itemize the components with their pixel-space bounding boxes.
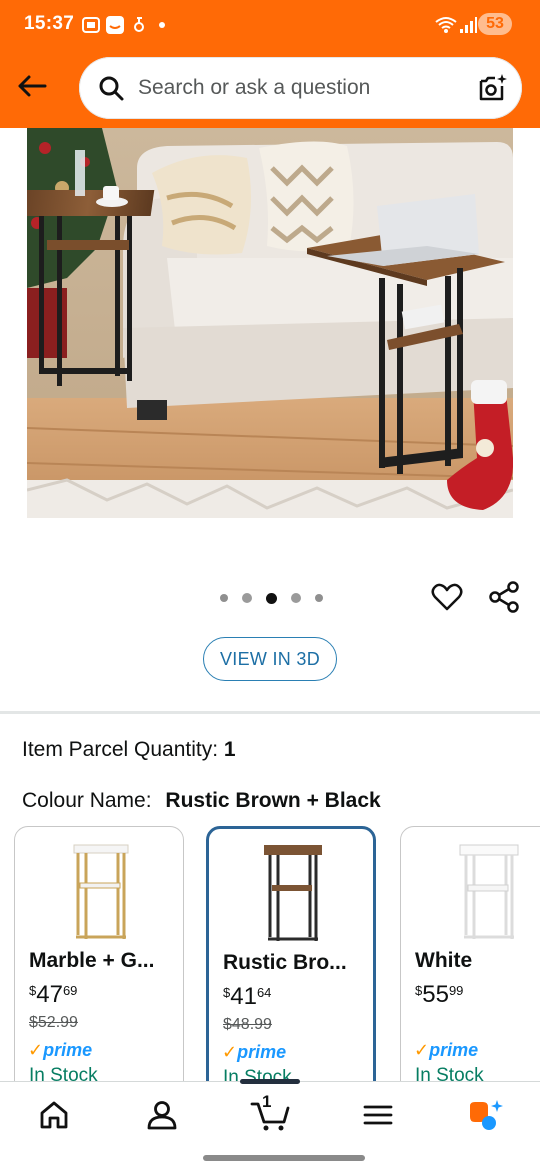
colour-name-label: Colour Name: (22, 789, 152, 812)
carousel-dot-active[interactable] (266, 592, 277, 604)
marble-gold-table-thumbnail (73, 844, 129, 939)
variant-name: White (415, 949, 473, 972)
prime-label: prime (43, 1040, 93, 1060)
wifi-icon (435, 17, 457, 33)
living-room-c-table-photo (27, 128, 513, 518)
variant-price: $4164 (223, 983, 271, 1011)
variant-list-price: $48.99 (223, 1016, 272, 1033)
view-in-3d-button[interactable]: VIEW IN 3D (203, 637, 337, 681)
price-whole: 47 (36, 981, 63, 1008)
carousel-dot[interactable] (242, 593, 252, 603)
carousel-dot[interactable] (291, 593, 301, 603)
currency-symbol: $ (415, 983, 423, 998)
screenshot-icon (82, 17, 100, 33)
prime-badge: ✓prime (414, 1040, 478, 1061)
status-time: 15:37 (24, 13, 75, 34)
heart-wishlist-icon[interactable] (430, 580, 464, 614)
menu-icon[interactable] (361, 1098, 395, 1132)
price-whole: 55 (422, 981, 449, 1008)
prime-badge: ✓prime (222, 1042, 286, 1063)
home-icon[interactable] (37, 1098, 71, 1132)
price-cents: 99 (448, 983, 464, 998)
price-cents: 69 (62, 983, 78, 998)
section-divider (0, 711, 540, 714)
variant-list-price: $52.99 (29, 1014, 78, 1031)
variant-card-marble-gold[interactable]: Marble + G... $4769 $52.99 ✓prime In Sto… (14, 826, 184, 1106)
search-input[interactable] (138, 71, 458, 105)
share-icon[interactable] (487, 580, 521, 614)
carousel-dot[interactable] (315, 594, 323, 602)
colour-name-value: Rustic Brown + Black (165, 789, 381, 812)
account-icon[interactable] (145, 1098, 179, 1132)
variant-price: $5599 (415, 981, 463, 1009)
colour-name-row: Colour Name: Rustic Brown + Black (22, 789, 381, 813)
cart-active-indicator (240, 1079, 300, 1084)
currency-symbol: $ (29, 983, 37, 998)
camera-search-icon[interactable] (476, 72, 508, 104)
search-icon (99, 76, 124, 101)
price-whole: 41 (230, 983, 257, 1010)
more-notifications-dot-icon (159, 22, 165, 28)
back-arrow-icon[interactable] (14, 68, 50, 104)
amazon-notification-icon (106, 16, 124, 34)
parcel-quantity-row: Item Parcel Quantity: 1 (22, 738, 236, 762)
system-home-indicator[interactable] (203, 1155, 365, 1161)
image-carousel-indicator[interactable] (220, 592, 323, 604)
prime-label: prime (429, 1040, 479, 1060)
rufus-assistant-icon[interactable] (466, 1098, 506, 1132)
currency-symbol: $ (223, 985, 231, 1000)
variant-name: Marble + G... (29, 949, 155, 972)
variant-price: $4769 (29, 981, 77, 1009)
status-bar: 15:37 53 (0, 0, 540, 50)
prime-label: prime (237, 1042, 287, 1062)
rustic-brown-table-thumbnail (264, 845, 322, 941)
prime-check-icon: ✓ (414, 1040, 430, 1060)
white-table-thumbnail (459, 844, 519, 939)
parcel-quantity-value: 1 (223, 738, 236, 761)
battery-level: 53 (478, 13, 512, 35)
price-cents: 64 (256, 985, 272, 1000)
variant-card-rustic-brown-selected[interactable]: Rustic Bro... $4164 $48.99 ✓prime In Sto… (206, 826, 376, 1106)
parcel-quantity-label: Item Parcel Quantity: (22, 738, 219, 761)
top-header: 15:37 53 (0, 0, 540, 128)
product-image[interactable] (27, 128, 513, 518)
cart-count-badge: 1 (262, 1092, 272, 1111)
prime-badge: ✓prime (28, 1040, 92, 1061)
carousel-dot[interactable] (220, 594, 228, 602)
variant-card-white[interactable]: White $5599 ✓prime In Stock (400, 826, 540, 1106)
signal-icon (460, 17, 477, 33)
prime-check-icon: ✓ (28, 1040, 44, 1060)
app-notification-icon (134, 17, 145, 32)
search-bar[interactable] (79, 57, 522, 119)
prime-check-icon: ✓ (222, 1042, 238, 1062)
variant-name: Rustic Bro... (223, 951, 347, 974)
